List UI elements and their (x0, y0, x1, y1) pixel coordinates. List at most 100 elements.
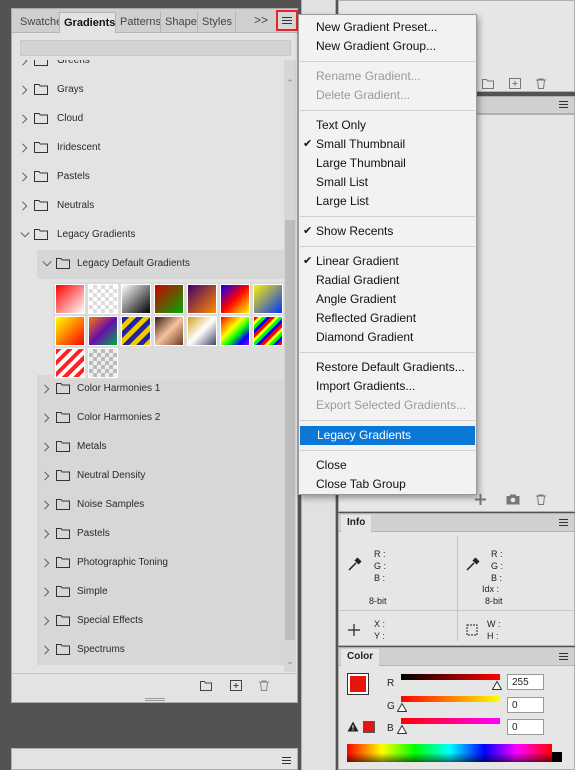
menu-item-diamond-gradient[interactable]: Diamond Gradient (299, 328, 476, 347)
menu-item-new-gradient-group[interactable]: New Gradient Group... (299, 37, 476, 56)
chevron-right-icon[interactable] (20, 200, 30, 212)
tree-row[interactable]: Simple (37, 578, 284, 607)
menu-item-close-tab-group[interactable]: Close Tab Group (299, 475, 476, 494)
tree-row[interactable]: Grays (12, 76, 284, 105)
menu-item-import-gradients[interactable]: Import Gradients... (299, 377, 476, 396)
new-gradient-icon[interactable] (230, 680, 242, 691)
menu-item-small-thumbnail[interactable]: ✔ Small Thumbnail (299, 135, 476, 154)
tree-row[interactable]: Noise Samples (37, 491, 284, 520)
menu-item-angle-gradient[interactable]: Angle Gradient (299, 290, 476, 309)
camera-icon[interactable] (506, 494, 520, 505)
menu-item-linear-gradient[interactable]: ✔ Linear Gradient (299, 252, 476, 271)
chevron-right-icon[interactable] (42, 615, 52, 627)
gradient-swatch[interactable] (253, 284, 283, 314)
menu-item-close[interactable]: Close (299, 456, 476, 475)
gradient-swatch[interactable] (187, 316, 217, 346)
gradient-swatch[interactable] (88, 348, 118, 378)
menu-item-small-list[interactable]: Small List (299, 173, 476, 192)
tree-row[interactable]: Legacy Default Gradients (37, 250, 284, 279)
chevron-right-icon[interactable] (42, 470, 52, 482)
scroll-thumb[interactable] (285, 220, 295, 640)
folder-icon[interactable] (482, 78, 494, 89)
adjustment-icon[interactable] (474, 494, 487, 505)
color-spectrum-ramp[interactable] (347, 744, 552, 762)
tree-row[interactable]: Iridescent (12, 134, 284, 163)
blue-slider-thumb[interactable] (397, 725, 407, 734)
hamburger-icon[interactable] (282, 757, 291, 764)
gradient-search-input[interactable] (20, 40, 291, 56)
menu-item-large-list[interactable]: Large List (299, 192, 476, 211)
chevron-right-icon[interactable] (42, 441, 52, 453)
blue-value-input[interactable]: 0 (507, 719, 544, 735)
tree-row[interactable]: Photographic Toning (37, 549, 284, 578)
chevron-right-icon[interactable] (20, 113, 30, 125)
tree-row[interactable]: Color Harmonies 2 (37, 404, 284, 433)
menu-item-radial-gradient[interactable]: Radial Gradient (299, 271, 476, 290)
hamburger-icon[interactable] (559, 101, 568, 108)
foreground-color-swatch[interactable] (347, 673, 369, 695)
red-slider-track[interactable] (401, 674, 500, 680)
chevron-right-icon[interactable] (20, 60, 30, 67)
chevron-right-icon[interactable] (42, 383, 52, 395)
chevron-right-icon[interactable] (20, 84, 30, 96)
green-value-input[interactable]: 0 (507, 697, 544, 713)
tab-styles[interactable]: Styles (198, 12, 236, 33)
gradient-swatch[interactable] (55, 316, 85, 346)
chevron-down-icon[interactable] (42, 258, 52, 270)
menu-item-large-thumbnail[interactable]: Large Thumbnail (299, 154, 476, 173)
green-slider-track[interactable] (401, 696, 500, 702)
new-group-folder-icon[interactable] (200, 680, 212, 691)
menu-item-show-recents[interactable]: ✔ Show Recents (299, 222, 476, 241)
tab-overflow-button[interactable]: >> (254, 13, 268, 27)
gradient-swatch[interactable] (154, 284, 184, 314)
tab-shapes[interactable]: Shapes (161, 12, 198, 33)
black-swatch[interactable] (552, 752, 562, 762)
tree-row[interactable]: Neutral Density (37, 462, 284, 491)
gradient-swatch[interactable] (220, 284, 250, 314)
tab-info[interactable]: Info (341, 515, 372, 532)
gradient-swatch[interactable] (220, 316, 250, 346)
panel-menu-button[interactable] (276, 10, 298, 31)
chevron-right-icon[interactable] (20, 171, 30, 183)
resize-grip[interactable] (145, 698, 165, 701)
chevron-right-icon[interactable] (42, 528, 52, 540)
gradient-swatch[interactable] (88, 284, 118, 314)
tree-row[interactable]: Pastels (12, 163, 284, 192)
red-value-input[interactable]: 255 (507, 674, 544, 690)
trash-icon[interactable] (258, 680, 270, 691)
menu-item-new-gradient-preset[interactable]: New Gradient Preset... (299, 18, 476, 37)
gradient-swatch[interactable] (121, 284, 151, 314)
tab-color[interactable]: Color (341, 649, 380, 666)
tree-scrollbar[interactable]: ⌃ ⌄ (284, 60, 296, 672)
gamut-color-swatch[interactable] (363, 721, 375, 733)
menu-item-legacy-gradients[interactable]: Legacy Gradients (300, 426, 475, 445)
gradient-swatch[interactable] (187, 284, 217, 314)
red-slider-thumb[interactable] (492, 681, 502, 690)
tree-row[interactable]: Spectrums (37, 636, 284, 665)
hamburger-icon[interactable] (559, 653, 568, 660)
chevron-right-icon[interactable] (42, 644, 52, 656)
tree-row[interactable]: Pastels (37, 520, 284, 549)
menu-item-reflected-gradient[interactable]: Reflected Gradient (299, 309, 476, 328)
tab-patterns[interactable]: Patterns (116, 12, 161, 33)
menu-item-text-only[interactable]: Text Only (299, 116, 476, 135)
tree-row[interactable]: Cloud (12, 105, 284, 134)
tree-row[interactable]: Special Effects (37, 607, 284, 636)
tab-swatches[interactable]: Swatches (16, 12, 60, 33)
tab-gradients[interactable]: Gradients (59, 12, 116, 33)
hamburger-icon[interactable] (559, 519, 568, 526)
gradient-swatch[interactable] (55, 284, 85, 314)
chevron-right-icon[interactable] (42, 557, 52, 569)
chevron-right-icon[interactable] (42, 499, 52, 511)
menu-item-restore-default-gradients[interactable]: Restore Default Gradients... (299, 358, 476, 377)
add-icon[interactable] (509, 78, 521, 89)
tree-row[interactable]: Neutrals (12, 192, 284, 221)
gradient-swatch[interactable] (154, 316, 184, 346)
chevron-right-icon[interactable] (20, 142, 30, 154)
tree-row[interactable]: Greens (12, 60, 284, 76)
green-slider-thumb[interactable] (397, 703, 407, 712)
trash-icon[interactable] (535, 78, 547, 89)
chevron-down-icon[interactable] (20, 229, 30, 241)
tree-row[interactable]: Metals (37, 433, 284, 462)
tree-row[interactable]: Legacy Gradients (12, 221, 284, 250)
